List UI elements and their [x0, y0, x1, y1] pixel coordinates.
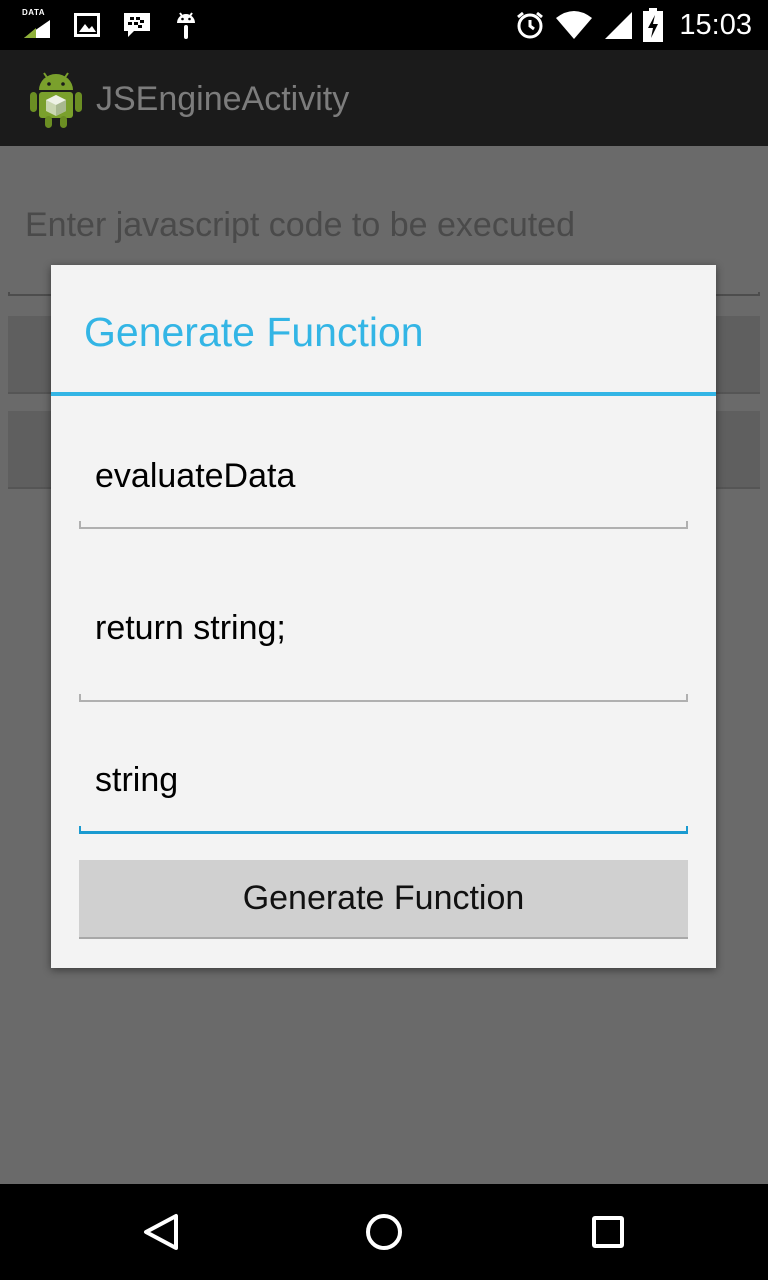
function-body-underline	[79, 694, 688, 702]
navigation-bar	[0, 1184, 768, 1280]
alarm-icon	[517, 11, 544, 39]
clock: 15:03	[679, 8, 752, 41]
function-body-field[interactable]	[95, 609, 675, 648]
back-icon[interactable]	[136, 1208, 184, 1256]
home-icon[interactable]	[360, 1208, 408, 1256]
action-bar: JSEngineActivity	[0, 50, 768, 146]
status-bar: DATA 15:03	[0, 0, 768, 50]
return-type-field[interactable]	[95, 761, 675, 800]
generate-function-button[interactable]: Generate Function	[79, 860, 688, 939]
dialog-title-divider	[51, 392, 716, 396]
function-name-underline	[79, 521, 688, 529]
recents-icon[interactable]	[584, 1208, 632, 1256]
android-debug-icon	[177, 12, 195, 39]
code-input-hint: Enter javascript code to be executed	[25, 206, 575, 244]
app-title: JSEngineActivity	[96, 80, 350, 118]
android-app-icon	[30, 72, 82, 128]
battery-charging-icon	[643, 8, 664, 42]
dialog-title: Generate Function	[84, 309, 424, 355]
wifi-icon	[556, 11, 593, 39]
return-type-underline	[79, 826, 688, 834]
image-icon	[74, 13, 100, 37]
cell-signal-icon	[605, 12, 633, 39]
bbm-icon	[124, 13, 150, 37]
generate-function-dialog: Generate Function Generate Function	[51, 265, 716, 968]
function-name-field[interactable]	[95, 457, 675, 496]
data-icon: DATA	[22, 8, 52, 40]
